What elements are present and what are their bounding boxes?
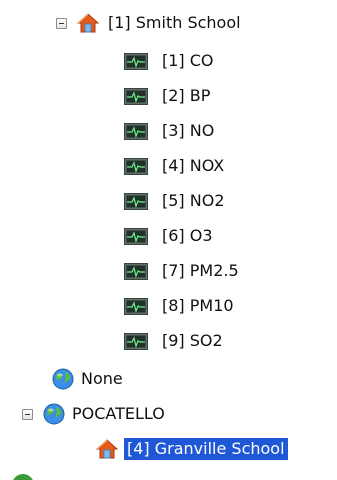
tree-node-sensor[interactable]: [7] PM2.5 — [124, 256, 242, 286]
sensor-monitor-icon — [124, 227, 148, 245]
sensor-monitor-icon — [124, 332, 148, 350]
globe-icon — [12, 474, 34, 480]
globe-icon — [43, 403, 65, 425]
sensor-monitor-icon — [124, 52, 148, 70]
node-label: POCATELLO — [72, 404, 165, 423]
node-label: [7] PM2.5 — [162, 261, 239, 280]
house-icon — [77, 13, 99, 33]
tree-node-granville-school[interactable]: [4] Granville School — [96, 434, 288, 464]
tree-node-sensor[interactable]: [6] O3 — [124, 221, 216, 251]
globe-icon — [52, 368, 74, 390]
sensor-monitor-icon — [124, 122, 148, 140]
tree-node-pocatello[interactable]: POCATELLO — [22, 399, 168, 429]
collapse-minus-icon[interactable] — [22, 408, 33, 420]
node-label-selected: [4] Granville School — [124, 438, 288, 460]
node-label: [2] BP — [162, 86, 211, 105]
sensor-monitor-icon — [124, 157, 148, 175]
tree-node-sensor[interactable]: [8] PM10 — [124, 291, 237, 321]
tree-node-sensor[interactable]: [5] NO2 — [124, 186, 228, 216]
tree-node-sensor[interactable]: [1] CO — [124, 46, 217, 76]
tree-node-sensor[interactable]: [3] NO — [124, 116, 217, 146]
node-label: [1] CO — [162, 51, 214, 70]
node-label: [6] O3 — [162, 226, 213, 245]
node-label: [8] PM10 — [162, 296, 234, 315]
tree-node-sensor[interactable]: [4] NOX — [124, 151, 227, 181]
node-label: [9] SO2 — [162, 331, 223, 350]
tree-node-sensor[interactable]: [9] SO2 — [124, 326, 226, 356]
tree-node-sensor[interactable]: [2] BP — [124, 81, 213, 111]
sensor-monitor-icon — [124, 297, 148, 315]
tree-node-none[interactable]: None — [52, 364, 126, 394]
site-tree: [1] Smith School [1] CO [2] BP [3] NO [4… — [0, 0, 337, 480]
sensor-monitor-icon — [124, 87, 148, 105]
sensor-monitor-icon — [124, 192, 148, 210]
node-label: None — [81, 369, 123, 388]
house-icon — [96, 439, 118, 459]
node-label: [1] Smith School — [108, 13, 241, 32]
node-label: [5] NO2 — [162, 191, 225, 210]
tree-node-smith-school[interactable]: [1] Smith School — [56, 8, 244, 38]
node-label: [3] NO — [162, 121, 215, 140]
collapse-minus-icon[interactable] — [56, 17, 67, 29]
node-label: [4] NOX — [162, 156, 225, 175]
sensor-monitor-icon — [124, 262, 148, 280]
